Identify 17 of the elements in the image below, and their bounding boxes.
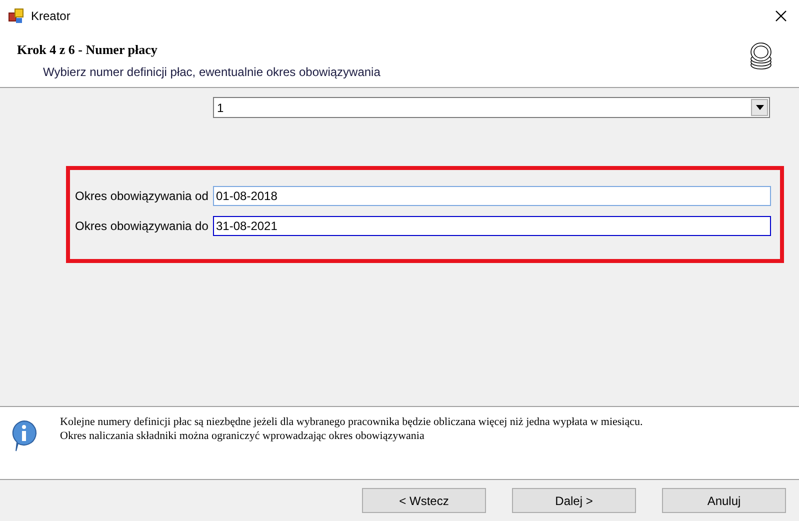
close-icon[interactable] [775,10,787,22]
wizard-button[interactable]: < Wstecz [362,488,486,513]
step-title: Krok 4 z 6 - Numer płacy [17,41,158,59]
app-icon [8,8,24,24]
info-icon [10,419,38,453]
window-title: Kreator [31,8,70,24]
step-subtitle: Wybierz numer definicji płac, ewentualnie okres obowiązywania [42,64,382,80]
wizard-button[interactable]: Anuluj [662,488,786,513]
field-label: Okres obowiązywania od [75,188,210,205]
info-text: Kolejne numery definicji płac są niezbędne jeżeli dla wybranego pracownika będzie obliczana więcej niż jedna wypłata w miesiącu. [60,415,643,429]
coin-stack-icon [749,41,773,71]
wizard-button[interactable]: Dalej > [512,488,636,513]
info-text: Okres naliczania składniki można ograniczyć wprowadzając okres obowiązywania [60,429,426,443]
date-field[interactable]: 01-08-2018 [213,186,771,206]
field-label: Okres obowiązywania do [75,218,210,235]
date-field[interactable]: 31-08-2021 [213,216,771,236]
number-dropdown[interactable]: 1 [213,97,770,118]
